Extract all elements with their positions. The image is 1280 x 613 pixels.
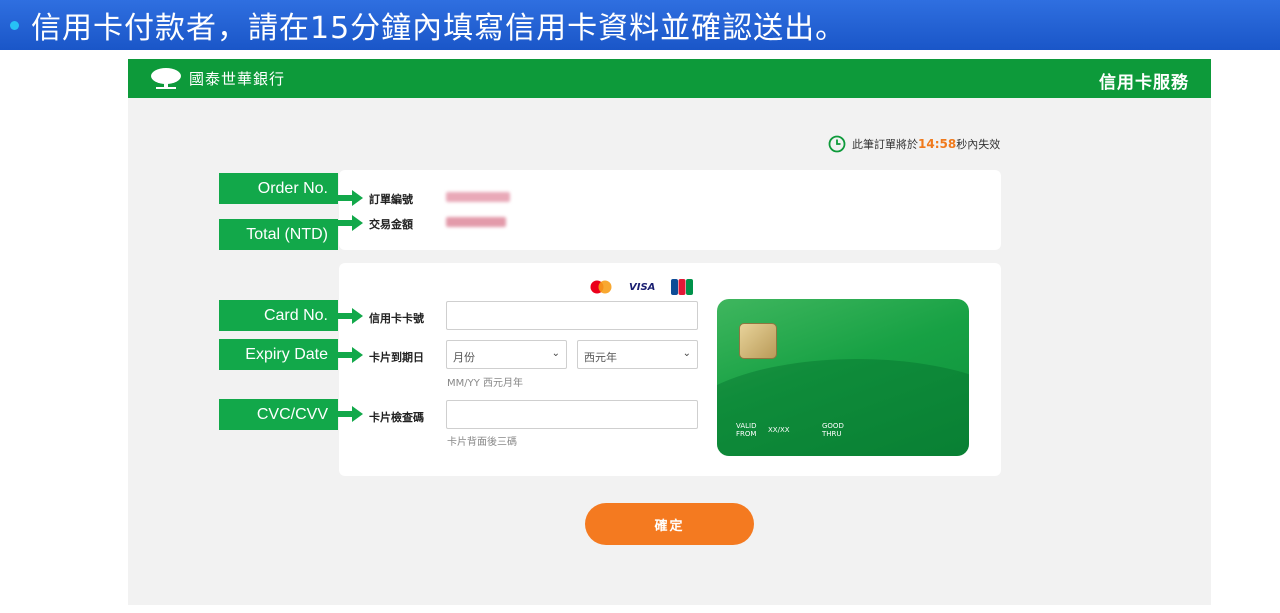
instruction-banner: 信用卡付款者，請在15分鐘內填寫信用卡資料並確認送出。 bbox=[0, 0, 1280, 50]
good-thru-text: GOOD THRU bbox=[822, 422, 844, 438]
amount-value-redacted bbox=[446, 217, 506, 227]
expiry-label: 卡片到期日 bbox=[369, 351, 424, 364]
payment-page: 國泰世華銀行 信用卡服務 此筆訂單將於 14:58 秒內失效 訂單編號 交易金額… bbox=[128, 59, 1211, 605]
credit-card-illustration: VALID FROM XX/XX GOOD THRU bbox=[717, 299, 969, 456]
banner-text: 信用卡付款者，請在15分鐘內填寫信用卡資料並確認送出。 bbox=[31, 11, 847, 46]
order-no-label: 訂單編號 bbox=[369, 193, 413, 206]
expiry-timer: 此筆訂單將於 14:58 秒內失效 bbox=[828, 135, 1000, 153]
tree-logo-icon bbox=[151, 68, 181, 89]
bank-header: 國泰世華銀行 信用卡服務 bbox=[128, 59, 1211, 98]
annotation-card-no: Card No. bbox=[219, 300, 338, 331]
cvc-label: 卡片檢查碼 bbox=[369, 411, 424, 424]
arrow-right-icon bbox=[337, 215, 363, 231]
expiry-month-select[interactable]: 月份 ⌄ bbox=[446, 340, 567, 369]
card-form-panel: VISA 信用卡卡號 卡片到期日 月份 ⌄ 西元年 ⌄ MM/YY 西元月年 卡… bbox=[339, 263, 1001, 476]
card-date-placeholder: XX/XX bbox=[768, 426, 790, 434]
card-number-input[interactable] bbox=[446, 301, 698, 330]
chip-icon bbox=[739, 323, 777, 359]
cvc-hint: 卡片背面後三碼 bbox=[447, 437, 517, 448]
jcb-icon bbox=[671, 279, 694, 295]
timer-countdown: 14:58 bbox=[918, 137, 957, 151]
year-select-value: 西元年 bbox=[584, 351, 617, 364]
expiry-year-select[interactable]: 西元年 ⌄ bbox=[577, 340, 698, 369]
card-brand-logos: VISA bbox=[589, 279, 694, 295]
expiry-hint: MM/YY 西元月年 bbox=[447, 378, 524, 389]
cvc-input[interactable] bbox=[446, 400, 698, 429]
timer-suffix: 秒內失效 bbox=[956, 138, 1001, 151]
annotation-cvc: CVC/CVV bbox=[219, 399, 338, 430]
timer-prefix: 此筆訂單將於 bbox=[852, 138, 918, 151]
annotation-expiry: Expiry Date bbox=[219, 339, 338, 370]
bank-name: 國泰世華銀行 bbox=[189, 69, 286, 88]
arrow-right-icon bbox=[337, 308, 363, 324]
chevron-down-icon: ⌄ bbox=[551, 348, 560, 359]
confirm-button[interactable]: 確定 bbox=[585, 503, 754, 545]
card-no-label: 信用卡卡號 bbox=[369, 312, 424, 325]
amount-label: 交易金額 bbox=[369, 218, 413, 231]
clock-icon bbox=[828, 135, 846, 153]
order-info-panel: 訂單編號 交易金額 bbox=[339, 170, 1001, 250]
arrow-right-icon bbox=[337, 347, 363, 363]
bullet-icon bbox=[10, 20, 19, 30]
annotation-total: Total (NTD) bbox=[219, 219, 338, 250]
mastercard-icon bbox=[590, 280, 612, 294]
visa-icon: VISA bbox=[629, 281, 656, 293]
order-no-value-redacted bbox=[446, 192, 510, 202]
arrow-right-icon bbox=[337, 406, 363, 422]
chevron-down-icon: ⌄ bbox=[682, 348, 691, 359]
bank-logo: 國泰世華銀行 bbox=[150, 67, 285, 89]
annotation-order-no: Order No. bbox=[219, 173, 338, 204]
valid-from-text: VALID FROM bbox=[736, 422, 757, 438]
month-select-value: 月份 bbox=[453, 351, 475, 364]
arrow-right-icon bbox=[337, 190, 363, 206]
service-title: 信用卡服務 bbox=[1099, 73, 1189, 93]
